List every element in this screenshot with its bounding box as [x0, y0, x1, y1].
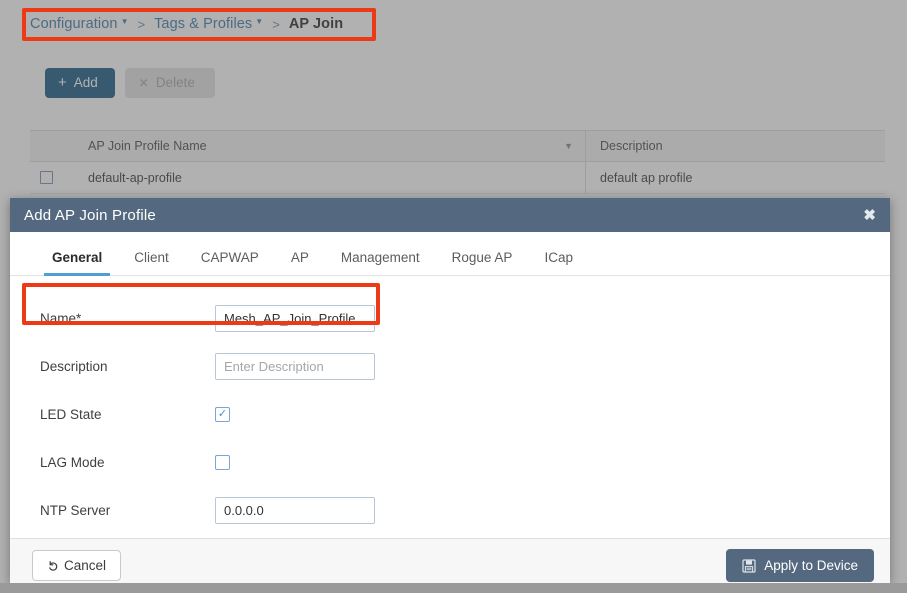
cancel-button-label: Cancel — [64, 558, 107, 573]
tab-rogue-ap[interactable]: Rogue AP — [436, 250, 529, 275]
close-icon[interactable]: ✖ — [863, 208, 876, 223]
dialog-title: Add AP Join Profile — [24, 206, 156, 224]
name-input[interactable] — [215, 304, 375, 332]
save-floppy-icon — [742, 558, 756, 573]
field-row-ntp-server: NTP Server — [40, 490, 890, 530]
description-label: Description — [40, 358, 108, 374]
screenshot-root: Configuration ▼ > Tags & Profiles ▼ > AP… — [0, 0, 907, 593]
tab-icap[interactable]: ICap — [528, 250, 589, 275]
tab-ap[interactable]: AP — [275, 250, 325, 275]
name-label: Name* — [40, 310, 82, 326]
lag-mode-label: LAG Mode — [40, 454, 105, 470]
undo-arrow-icon — [47, 560, 59, 572]
tab-general[interactable]: General — [36, 250, 118, 276]
apply-to-device-label: Apply to Device — [764, 558, 858, 573]
led-state-checkbox[interactable]: ✓ — [215, 406, 230, 422]
tab-client[interactable]: Client — [118, 250, 185, 275]
page-bottom-strip — [0, 583, 907, 593]
dialog-body: General Client CAPWAP AP Management Rogu… — [10, 232, 890, 538]
general-tab-form: Name* Description LED State ✓ LAG Mode N… — [10, 276, 890, 530]
field-row-name: Name* — [40, 298, 890, 338]
field-row-description: Description — [40, 346, 890, 386]
cancel-button[interactable]: Cancel — [32, 550, 122, 581]
dialog-tabs: General Client CAPWAP AP Management Rogu… — [10, 232, 890, 276]
tab-capwap[interactable]: CAPWAP — [185, 250, 275, 275]
lag-mode-checkbox[interactable] — [215, 454, 230, 470]
ntp-server-input[interactable] — [215, 496, 375, 524]
description-input[interactable] — [215, 352, 375, 380]
field-row-lag-mode: LAG Mode — [40, 442, 890, 482]
dialog-header: Add AP Join Profile ✖ — [10, 198, 890, 232]
tab-management[interactable]: Management — [325, 250, 436, 275]
apply-to-device-button[interactable]: Apply to Device — [726, 549, 874, 582]
add-ap-join-profile-dialog: Add AP Join Profile ✖ General Client CAP… — [10, 198, 890, 592]
ntp-server-label: NTP Server — [40, 502, 111, 518]
field-row-led-state: LED State ✓ — [40, 394, 890, 434]
led-state-label: LED State — [40, 406, 102, 422]
